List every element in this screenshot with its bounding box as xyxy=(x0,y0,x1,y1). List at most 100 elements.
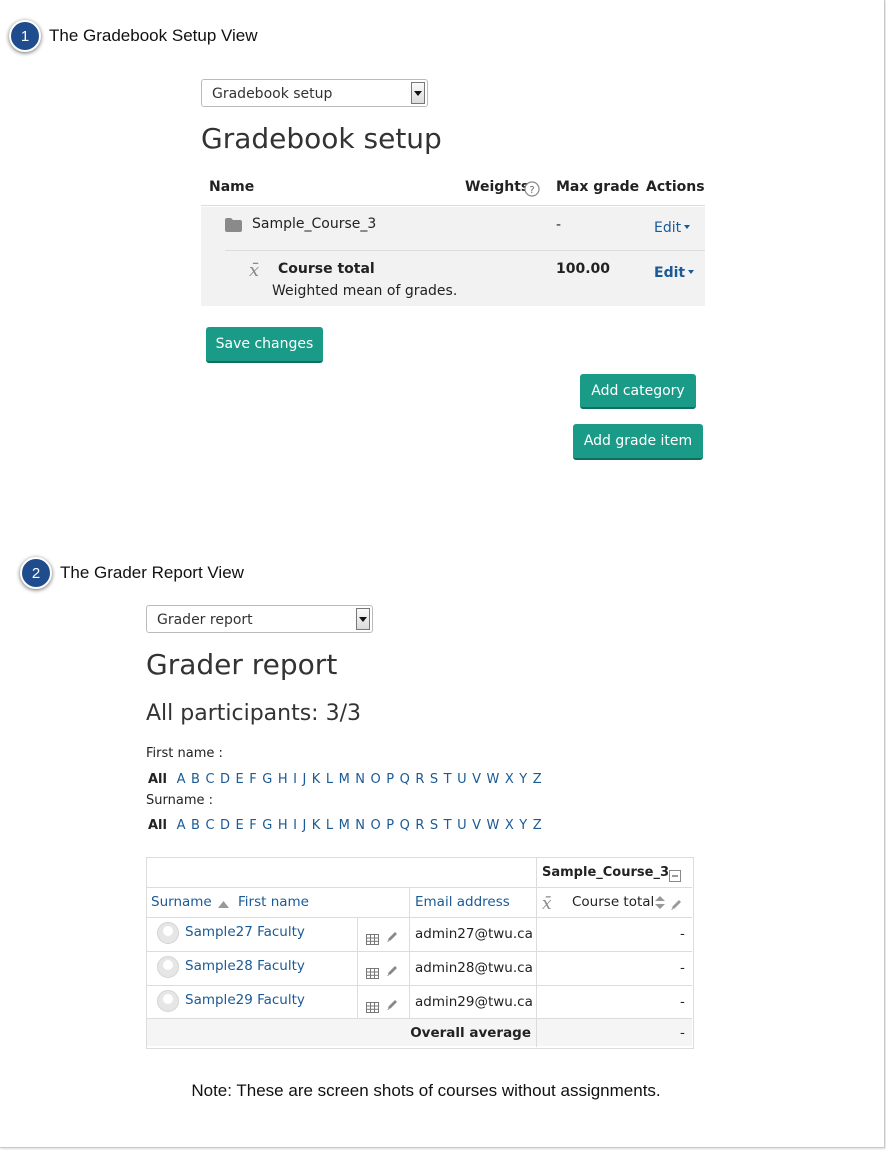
initial-letter-link[interactable]: V xyxy=(472,818,481,833)
course-total-cell[interactable]: - xyxy=(680,926,685,942)
course-total-cell[interactable]: - xyxy=(680,960,685,976)
initial-letter-link[interactable]: U xyxy=(457,772,467,787)
initial-letter-link[interactable]: Y xyxy=(519,818,527,833)
col-header-max-grade: Max grade xyxy=(556,179,640,195)
edit-pencil-icon[interactable] xyxy=(386,998,399,1016)
overall-average-value: - xyxy=(680,1025,685,1041)
initial-letter-link[interactable]: T xyxy=(444,818,452,833)
course-total-edit-menu[interactable]: Edit xyxy=(654,265,694,281)
initial-letter-link[interactable]: I xyxy=(293,818,297,833)
grade-table-icon[interactable] xyxy=(366,966,379,984)
grade-table-icon[interactable] xyxy=(366,1000,379,1018)
initial-letter-link[interactable]: O xyxy=(371,772,381,787)
page-title: Gradebook setup xyxy=(201,122,442,155)
step-title: The Grader Report View xyxy=(60,563,244,582)
dropdown-arrow-icon[interactable] xyxy=(411,82,425,104)
initial-letter-link[interactable]: X xyxy=(505,772,514,787)
sort-ascending-icon[interactable] xyxy=(218,895,229,913)
initial-letter-link[interactable]: A xyxy=(177,818,186,833)
sort-email-link[interactable]: Email address xyxy=(415,894,510,910)
edit-link-label[interactable]: Edit xyxy=(654,220,681,236)
add-category-button[interactable]: Add category xyxy=(580,374,696,409)
table-divider xyxy=(147,951,692,952)
initial-letter-link[interactable]: C xyxy=(205,772,214,787)
initial-letter-link[interactable]: Z xyxy=(533,818,542,833)
folder-icon xyxy=(225,218,242,237)
category-edit-menu[interactable]: Edit xyxy=(654,220,690,236)
course-total-cell[interactable]: - xyxy=(680,994,685,1010)
initial-letter-link[interactable]: Z xyxy=(533,772,542,787)
initial-letter-link[interactable]: Q xyxy=(400,818,410,833)
initial-letter-link[interactable]: G xyxy=(262,818,272,833)
initial-letter-link[interactable]: T xyxy=(444,772,452,787)
student-name-link[interactable]: Sample29 Faculty xyxy=(185,992,305,1008)
table-divider xyxy=(225,250,705,251)
initial-letter-link[interactable]: F xyxy=(249,772,256,787)
add-grade-item-button[interactable]: Add grade item xyxy=(573,424,703,460)
initial-letter-link[interactable]: W xyxy=(487,818,500,833)
initial-all[interactable]: All xyxy=(148,772,167,787)
initial-letter-link[interactable]: F xyxy=(249,818,256,833)
dropdown-arrow-icon[interactable] xyxy=(356,608,370,630)
student-name-link[interactable]: Sample28 Faculty xyxy=(185,958,305,974)
initial-letter-link[interactable]: R xyxy=(415,818,424,833)
sort-firstname-link[interactable]: First name xyxy=(238,894,309,910)
initial-letter-link[interactable]: J xyxy=(302,772,306,787)
initial-letter-link[interactable]: S xyxy=(430,772,438,787)
initial-letter-link[interactable]: L xyxy=(326,818,333,833)
edit-pencil-icon[interactable] xyxy=(386,930,399,948)
report-selector[interactable]: Gradebook setup xyxy=(201,79,428,107)
initial-letter-link[interactable]: N xyxy=(355,772,365,787)
initial-letter-link[interactable]: K xyxy=(312,772,321,787)
aggregation-icon: x̄ xyxy=(249,260,260,281)
initial-letter-link[interactable]: D xyxy=(220,772,230,787)
initial-letter-link[interactable]: Y xyxy=(519,772,527,787)
report-selector[interactable]: Grader report xyxy=(146,605,373,633)
edit-pencil-icon[interactable] xyxy=(670,898,683,916)
initial-letter-link[interactable]: G xyxy=(262,772,272,787)
initial-all[interactable]: All xyxy=(148,818,167,833)
initial-letter-link[interactable]: R xyxy=(415,772,424,787)
initial-letter-link[interactable]: Q xyxy=(400,772,410,787)
initial-letter-link[interactable]: V xyxy=(472,772,481,787)
initial-letter-link[interactable]: K xyxy=(312,818,321,833)
save-changes-button[interactable]: Save changes xyxy=(206,327,323,363)
initial-letter-link[interactable]: H xyxy=(278,772,288,787)
initial-letter-link[interactable]: X xyxy=(505,818,514,833)
initial-letter-link[interactable]: A xyxy=(177,772,186,787)
table-divider xyxy=(147,985,692,986)
initial-letter-link[interactable]: O xyxy=(371,818,381,833)
help-icon[interactable]: ? xyxy=(524,181,540,202)
initial-letter-link[interactable]: W xyxy=(487,772,500,787)
overall-average-label: Overall average xyxy=(410,1025,531,1041)
initial-letter-link[interactable]: N xyxy=(355,818,365,833)
initial-letter-link[interactable]: H xyxy=(278,818,288,833)
initial-letter-link[interactable]: M xyxy=(339,772,350,787)
initial-letter-link[interactable]: E xyxy=(236,818,244,833)
initial-letter-link[interactable]: M xyxy=(339,818,350,833)
student-name-link[interactable]: Sample27 Faculty xyxy=(185,924,305,940)
grade-table-icon[interactable] xyxy=(366,932,379,950)
edit-link-label[interactable]: Edit xyxy=(654,265,685,281)
table-divider xyxy=(201,205,705,206)
col-header-actions: Actions xyxy=(646,179,705,195)
sort-icon[interactable] xyxy=(655,896,665,914)
first-name-initials-bar: All ABCDEFGHIJKLMNOPQRSTUVWXYZ xyxy=(148,772,547,787)
initial-letter-link[interactable]: B xyxy=(191,772,200,787)
step-title: The Gradebook Setup View xyxy=(49,26,258,45)
initial-letter-link[interactable]: B xyxy=(191,818,200,833)
initial-letter-link[interactable]: P xyxy=(386,772,394,787)
initial-letter-link[interactable]: I xyxy=(293,772,297,787)
table-divider xyxy=(357,917,358,1018)
initial-letter-link[interactable]: D xyxy=(220,818,230,833)
initial-letter-link[interactable]: P xyxy=(386,818,394,833)
collapse-icon[interactable] xyxy=(669,869,681,887)
initial-letter-link[interactable]: U xyxy=(457,818,467,833)
initial-letter-link[interactable]: J xyxy=(302,818,306,833)
initial-letter-link[interactable]: S xyxy=(430,818,438,833)
edit-pencil-icon[interactable] xyxy=(386,964,399,982)
initial-letter-link[interactable]: E xyxy=(236,772,244,787)
sort-surname-link[interactable]: Surname xyxy=(151,894,212,910)
initial-letter-link[interactable]: L xyxy=(326,772,333,787)
initial-letter-link[interactable]: C xyxy=(205,818,214,833)
